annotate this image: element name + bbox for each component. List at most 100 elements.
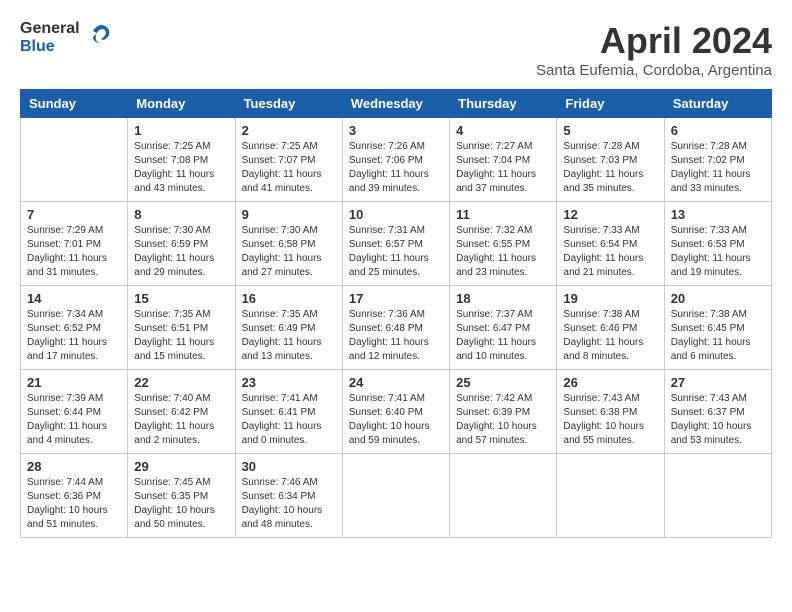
day-number: 6 xyxy=(671,123,765,138)
calendar-day-header: Sunday xyxy=(21,90,128,118)
calendar-week-row: 14Sunrise: 7:34 AM Sunset: 6:52 PM Dayli… xyxy=(21,286,772,370)
page-header: General Blue April 2024 Santa Eufemia, C… xyxy=(20,20,772,79)
calendar-cell: 29 Sunrise: 7:45 AM Sunset: 6:35 PM Dayli… xyxy=(128,454,235,538)
calendar-day-header: Monday xyxy=(128,90,235,118)
day-number: 13 xyxy=(671,207,765,222)
day-info: Sunrise: 7:44 AM Sunset: 6:36 PM Dayligh… xyxy=(27,476,121,532)
day-info: Sunrise: 7:30 AM Sunset: 6:59 PM Dayligh… xyxy=(134,224,228,280)
calendar-cell: 28 Sunrise: 7:44 AM Sunset: 6:36 PM Dayli… xyxy=(21,454,128,538)
day-number: 19 xyxy=(563,291,657,306)
calendar-cell: 16 Sunrise: 7:35 AM Sunset: 6:49 PM Dayli… xyxy=(235,286,342,370)
calendar-cell: 26Sunrise: 7:43 AM Sunset: 6:38 PM Dayli… xyxy=(557,370,664,454)
day-number: 30 xyxy=(242,459,336,474)
day-info: Sunrise: 7:41 AM Sunset: 6:41 PM Dayligh… xyxy=(242,392,336,448)
day-number: 17 xyxy=(349,291,443,306)
calendar-cell: 19 Sunrise: 7:38 AM Sunset: 6:46 PM Dayli… xyxy=(557,286,664,370)
calendar-cell: 17Sunrise: 7:36 AM Sunset: 6:48 PM Dayli… xyxy=(342,286,449,370)
day-number: 16 xyxy=(242,291,336,306)
day-number: 1 xyxy=(134,123,228,138)
day-number: 28 xyxy=(27,459,121,474)
calendar-cell: 27Sunrise: 7:43 AM Sunset: 6:37 PM Dayli… xyxy=(664,370,771,454)
day-info: Sunrise: 7:31 AM Sunset: 6:57 PM Dayligh… xyxy=(349,224,443,280)
calendar-cell: 3 Sunrise: 7:26 AM Sunset: 7:06 PM Daylig… xyxy=(342,118,449,202)
calendar-cell: 5 Sunrise: 7:28 AM Sunset: 7:03 PM Daylig… xyxy=(557,118,664,202)
day-number: 11 xyxy=(456,207,550,222)
day-info: Sunrise: 7:35 AM Sunset: 6:51 PM Dayligh… xyxy=(134,308,228,364)
calendar-week-row: 28 Sunrise: 7:44 AM Sunset: 6:36 PM Dayli… xyxy=(21,454,772,538)
calendar-header-row: SundayMondayTuesdayWednesdayThursdayFrid… xyxy=(21,90,772,118)
day-info: Sunrise: 7:40 AM Sunset: 6:42 PM Dayligh… xyxy=(134,392,228,448)
day-info: Sunrise: 7:27 AM Sunset: 7:04 PM Dayligh… xyxy=(456,140,550,196)
day-number: 26 xyxy=(563,375,657,390)
calendar-cell: 11 Sunrise: 7:32 AM Sunset: 6:55 PM Dayli… xyxy=(450,202,557,286)
calendar-cell xyxy=(557,454,664,538)
calendar-week-row: 7Sunrise: 7:29 AM Sunset: 7:01 PM Daylig… xyxy=(21,202,772,286)
calendar-cell: 12 Sunrise: 7:33 AM Sunset: 6:54 PM Dayli… xyxy=(557,202,664,286)
day-number: 7 xyxy=(27,207,121,222)
day-number: 21 xyxy=(27,375,121,390)
day-number: 5 xyxy=(563,123,657,138)
day-number: 15 xyxy=(134,291,228,306)
day-number: 12 xyxy=(563,207,657,222)
day-number: 29 xyxy=(134,459,228,474)
calendar-cell: 1 Sunrise: 7:25 AM Sunset: 7:08 PM Daylig… xyxy=(128,118,235,202)
calendar-cell: 8 Sunrise: 7:30 AM Sunset: 6:59 PM Daylig… xyxy=(128,202,235,286)
calendar-cell xyxy=(21,118,128,202)
day-info: Sunrise: 7:26 AM Sunset: 7:06 PM Dayligh… xyxy=(349,140,443,196)
day-info: Sunrise: 7:28 AM Sunset: 7:02 PM Dayligh… xyxy=(671,140,765,196)
day-info: Sunrise: 7:38 AM Sunset: 6:46 PM Dayligh… xyxy=(563,308,657,364)
day-number: 9 xyxy=(242,207,336,222)
calendar-cell: 2 Sunrise: 7:25 AM Sunset: 7:07 PM Daylig… xyxy=(235,118,342,202)
calendar-cell: 13 Sunrise: 7:33 AM Sunset: 6:53 PM Dayli… xyxy=(664,202,771,286)
day-number: 8 xyxy=(134,207,228,222)
month-title: April 2024 xyxy=(536,20,772,62)
logo-general: General xyxy=(20,20,80,38)
day-info: Sunrise: 7:25 AM Sunset: 7:07 PM Dayligh… xyxy=(242,140,336,196)
calendar-week-row: 21Sunrise: 7:39 AM Sunset: 6:44 PM Dayli… xyxy=(21,370,772,454)
day-info: Sunrise: 7:28 AM Sunset: 7:03 PM Dayligh… xyxy=(563,140,657,196)
day-info: Sunrise: 7:25 AM Sunset: 7:08 PM Dayligh… xyxy=(134,140,228,196)
day-info: Sunrise: 7:32 AM Sunset: 6:55 PM Dayligh… xyxy=(456,224,550,280)
day-info: Sunrise: 7:33 AM Sunset: 6:54 PM Dayligh… xyxy=(563,224,657,280)
calendar-cell xyxy=(342,454,449,538)
location-subtitle: Santa Eufemia, Cordoba, Argentina xyxy=(536,62,772,79)
day-number: 23 xyxy=(242,375,336,390)
calendar-day-header: Wednesday xyxy=(342,90,449,118)
calendar-day-header: Saturday xyxy=(664,90,771,118)
day-number: 10 xyxy=(349,207,443,222)
calendar-cell: 22 Sunrise: 7:40 AM Sunset: 6:42 PM Dayli… xyxy=(128,370,235,454)
calendar-cell: 15 Sunrise: 7:35 AM Sunset: 6:51 PM Dayli… xyxy=(128,286,235,370)
calendar-cell: 24 Sunrise: 7:41 AM Sunset: 6:40 PM Dayli… xyxy=(342,370,449,454)
calendar-cell: 14Sunrise: 7:34 AM Sunset: 6:52 PM Dayli… xyxy=(21,286,128,370)
calendar-cell: 30 Sunrise: 7:46 AM Sunset: 6:34 PM Dayli… xyxy=(235,454,342,538)
logo-blue: Blue xyxy=(20,38,80,56)
day-number: 25 xyxy=(456,375,550,390)
day-number: 2 xyxy=(242,123,336,138)
day-number: 24 xyxy=(349,375,443,390)
day-info: Sunrise: 7:30 AM Sunset: 6:58 PM Dayligh… xyxy=(242,224,336,280)
calendar-day-header: Thursday xyxy=(450,90,557,118)
day-number: 4 xyxy=(456,123,550,138)
calendar-cell xyxy=(664,454,771,538)
calendar-day-header: Tuesday xyxy=(235,90,342,118)
calendar-week-row: 1 Sunrise: 7:25 AM Sunset: 7:08 PM Daylig… xyxy=(21,118,772,202)
day-info: Sunrise: 7:35 AM Sunset: 6:49 PM Dayligh… xyxy=(242,308,336,364)
calendar-cell: 10 Sunrise: 7:31 AM Sunset: 6:57 PM Dayli… xyxy=(342,202,449,286)
calendar-cell: 4 Sunrise: 7:27 AM Sunset: 7:04 PM Daylig… xyxy=(450,118,557,202)
calendar-cell: 20Sunrise: 7:38 AM Sunset: 6:45 PM Dayli… xyxy=(664,286,771,370)
calendar-day-header: Friday xyxy=(557,90,664,118)
day-info: Sunrise: 7:38 AM Sunset: 6:45 PM Dayligh… xyxy=(671,308,765,364)
calendar-cell: 9 Sunrise: 7:30 AM Sunset: 6:58 PM Daylig… xyxy=(235,202,342,286)
day-number: 3 xyxy=(349,123,443,138)
day-info: Sunrise: 7:33 AM Sunset: 6:53 PM Dayligh… xyxy=(671,224,765,280)
day-info: Sunrise: 7:46 AM Sunset: 6:34 PM Dayligh… xyxy=(242,476,336,532)
day-number: 18 xyxy=(456,291,550,306)
day-number: 22 xyxy=(134,375,228,390)
day-number: 27 xyxy=(671,375,765,390)
calendar-cell xyxy=(450,454,557,538)
logo: General Blue xyxy=(20,20,115,55)
calendar-cell: 21Sunrise: 7:39 AM Sunset: 6:44 PM Dayli… xyxy=(21,370,128,454)
day-info: Sunrise: 7:41 AM Sunset: 6:40 PM Dayligh… xyxy=(349,392,443,448)
day-info: Sunrise: 7:45 AM Sunset: 6:35 PM Dayligh… xyxy=(134,476,228,532)
logo-bird-icon xyxy=(87,21,115,54)
